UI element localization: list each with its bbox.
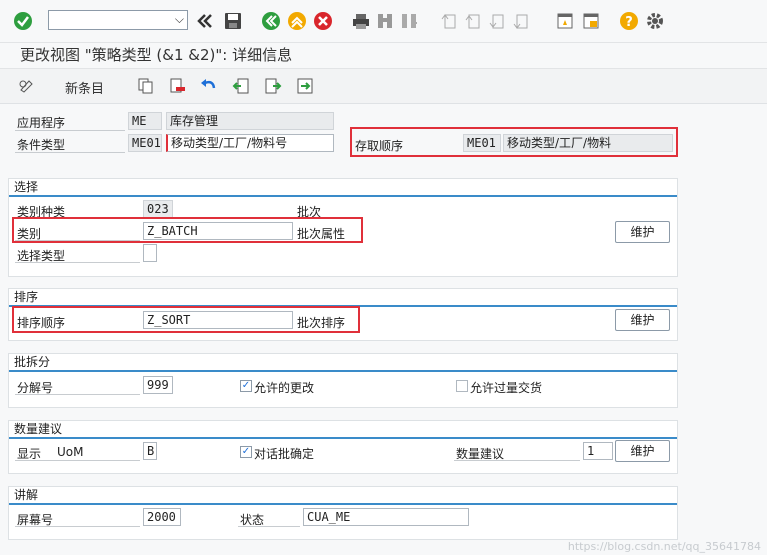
cond-type-label: 条件类型 [17, 138, 66, 152]
check-icon[interactable] [12, 10, 34, 32]
back-double-icon[interactable] [194, 10, 216, 32]
class-type-field: 023 [143, 200, 173, 218]
status-input[interactable]: CUA_ME [303, 508, 469, 526]
maintain-qty-button[interactable]: 维护 [615, 440, 670, 462]
maintain-class-button[interactable]: 维护 [615, 221, 670, 243]
access-seq-desc-field: 移动类型/工厂/物料 [503, 134, 673, 152]
app-underline [15, 130, 125, 131]
print-icon[interactable] [350, 10, 372, 32]
status-underline [238, 526, 300, 527]
uom-label: UoM [57, 445, 84, 459]
sort-seq-input[interactable]: Z_SORT [143, 311, 293, 329]
allow-change-checkbox[interactable]: ✓ [240, 380, 252, 392]
allow-over-delivery-checkbox[interactable] [456, 380, 468, 392]
qty-proposal-input[interactable]: 1 [583, 442, 613, 460]
last-page-icon[interactable] [510, 10, 532, 32]
dialog-confirm-checkbox[interactable]: ✓ [240, 446, 252, 458]
cond-underline [15, 152, 125, 153]
cond-type-desc-input[interactable]: 移动类型/工厂/物料号 [166, 134, 334, 152]
allow-change-label: 允许的更改 [254, 381, 315, 395]
create-session-icon[interactable] [554, 10, 576, 32]
help-icon[interactable]: ? [618, 10, 640, 32]
next-entry-icon[interactable] [262, 75, 284, 97]
selection-type-input[interactable] [143, 244, 157, 262]
sort-group-title: 排序 [9, 289, 677, 307]
watermark: https://blog.csdn.net/qq_35641784 [567, 540, 761, 553]
display-change-icon[interactable] [16, 75, 38, 97]
screen-underline [15, 526, 140, 527]
find-next-icon[interactable] [398, 10, 420, 32]
delete-icon[interactable] [166, 75, 188, 97]
uom-input[interactable]: B [143, 442, 157, 460]
exit-icon[interactable] [286, 10, 308, 32]
sel-type-underline [15, 262, 140, 263]
dialog-confirm-label: 对话批确定 [254, 447, 315, 461]
page-title: 更改视图 "策略类型 (&1 &2)": 详细信息 [20, 46, 293, 64]
next-page-icon[interactable] [486, 10, 508, 32]
app-label: 应用程序 [17, 116, 66, 130]
qty-underline [454, 460, 580, 461]
access-seq-code-field: ME01 [463, 134, 501, 152]
batch-split-group-title: 批拆分 [9, 354, 677, 372]
back-icon[interactable] [260, 10, 282, 32]
batch-split-group: 批拆分 [8, 353, 678, 408]
sort-seq-desc: 批次排序 [297, 316, 346, 330]
maintain-sort-button[interactable]: 维护 [615, 309, 670, 331]
screen-number-input[interactable]: 2000 [143, 508, 181, 526]
svg-text:?: ? [625, 15, 633, 30]
split-underline [15, 394, 140, 395]
first-page-icon[interactable] [438, 10, 460, 32]
save-icon[interactable] [222, 10, 244, 32]
shortcut-icon[interactable] [580, 10, 602, 32]
class-desc: 批次属性 [297, 227, 346, 241]
settings-icon[interactable] [644, 10, 666, 32]
copy-icon[interactable] [134, 75, 156, 97]
qty-proposal-group: 数量建议 [8, 420, 678, 474]
selection-group-title: 选择 [9, 179, 677, 197]
new-entries-button[interactable]: 新条目 [65, 78, 104, 97]
previous-entry-icon[interactable] [230, 75, 252, 97]
prev-page-icon[interactable] [462, 10, 484, 32]
select-all-icon[interactable] [294, 75, 316, 97]
class-input[interactable]: Z_BATCH [143, 222, 293, 240]
explain-group-title: 讲解 [9, 487, 677, 505]
sort-seq-label: 排序顺序 [17, 316, 66, 330]
uom-underline [15, 460, 140, 461]
application-toolbar: 新条目 [0, 68, 767, 104]
access-seq-label: 存取顺序 [355, 139, 404, 153]
system-toolbar: ⌵ ? [0, 0, 767, 43]
qty-proposal-group-title: 数量建议 [9, 421, 677, 439]
cancel-icon[interactable] [312, 10, 334, 32]
chevron-down-icon[interactable]: ⌵ [175, 12, 184, 27]
find-icon[interactable] [374, 10, 396, 32]
undo-icon[interactable] [198, 75, 220, 97]
cond-type-code-field: ME01 [128, 134, 162, 152]
app-desc-field: 库存管理 [166, 112, 334, 130]
allow-over-delivery-label: 允许过量交货 [470, 381, 543, 395]
class-underline [15, 240, 140, 241]
app-code-field: ME [128, 112, 162, 130]
split-number-input[interactable]: 999 [143, 376, 173, 394]
command-field[interactable]: ⌵ [48, 10, 188, 30]
